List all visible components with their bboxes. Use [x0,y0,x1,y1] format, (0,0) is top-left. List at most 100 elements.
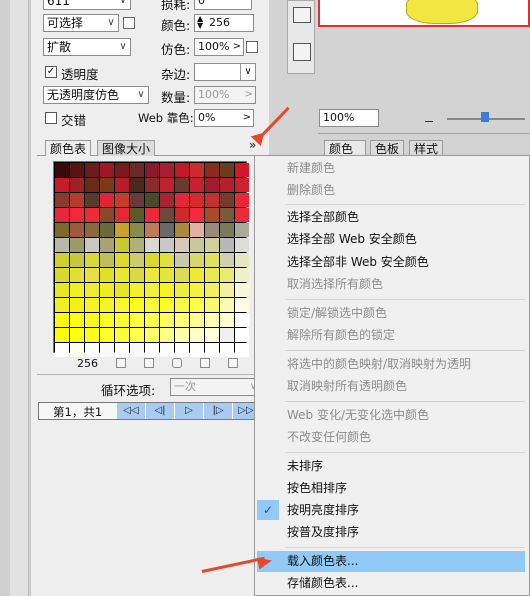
zoom-slider-thumb[interactable] [481,112,489,122]
color-swatch[interactable] [85,238,99,252]
color-swatch[interactable] [70,208,84,222]
color-swatch[interactable] [55,313,69,327]
color-swatch[interactable] [130,163,144,177]
color-swatch[interactable] [175,268,189,282]
color-swatch[interactable] [175,208,189,222]
color-swatch[interactable] [145,163,159,177]
play-button[interactable]: ▷ [175,403,204,419]
color-swatch[interactable] [160,268,174,282]
color-swatch[interactable] [205,283,219,297]
color-swatch[interactable] [205,253,219,267]
color-swatch[interactable] [175,298,189,312]
color-swatch[interactable] [55,193,69,207]
color-swatch[interactable] [205,238,219,252]
tab-swatches[interactable]: 色板 [370,140,404,156]
color-swatch[interactable] [85,253,99,267]
color-swatch[interactable] [115,193,129,207]
color-swatch[interactable] [130,298,144,312]
color-swatch[interactable] [100,328,114,342]
color-swatch[interactable] [160,283,174,297]
color-swatch[interactable] [175,193,189,207]
color-swatch[interactable] [100,343,114,357]
lossy-field[interactable]: 0 [194,0,252,10]
color-swatch[interactable] [100,163,114,177]
menu-item[interactable]: 按明亮度排序 [287,500,359,520]
color-swatch[interactable] [100,283,114,297]
color-swatch[interactable] [190,253,204,267]
web-snap-field[interactable]: 0% > [194,109,254,127]
color-swatch[interactable] [145,178,159,192]
color-swatch[interactable] [175,253,189,267]
color-swatch[interactable] [85,178,99,192]
color-swatch[interactable] [220,343,234,357]
dither-option-icon[interactable] [246,41,258,53]
color-swatch[interactable] [115,238,129,252]
map-transparent-icon[interactable] [116,358,126,368]
color-swatch[interactable] [205,313,219,327]
color-swatch[interactable] [190,298,204,312]
color-swatch[interactable] [85,343,99,357]
matte-select[interactable]: ∨ [194,63,256,81]
color-swatch[interactable] [70,298,84,312]
color-swatch[interactable] [145,343,159,357]
trash-icon[interactable] [228,358,238,368]
color-swatch[interactable] [160,328,174,342]
first-frame-button[interactable]: ◁◁ [117,403,146,419]
color-swatch[interactable] [145,223,159,237]
color-swatch[interactable] [85,283,99,297]
color-swatch[interactable] [85,268,99,282]
color-swatch[interactable] [235,193,249,207]
color-swatch[interactable] [115,208,129,222]
color-swatch[interactable] [205,298,219,312]
color-swatch[interactable] [55,268,69,282]
color-swatch[interactable] [145,283,159,297]
color-swatch[interactable] [115,298,129,312]
color-swatch[interactable] [70,238,84,252]
color-swatch[interactable] [160,223,174,237]
color-swatch[interactable] [160,178,174,192]
color-swatch[interactable] [190,193,204,207]
color-swatch[interactable] [55,223,69,237]
color-swatch[interactable] [55,238,69,252]
color-swatch[interactable] [205,328,219,342]
color-swatch[interactable] [130,238,144,252]
color-reduction-select[interactable]: 可选择 ∨ [43,14,119,32]
color-swatch[interactable] [115,223,129,237]
color-swatch[interactable] [85,163,99,177]
color-swatch[interactable] [235,163,249,177]
color-swatch[interactable] [145,313,159,327]
color-swatch[interactable] [70,328,84,342]
color-swatch[interactable] [115,253,129,267]
color-swatch[interactable] [130,313,144,327]
color-swatch[interactable] [145,328,159,342]
color-swatch[interactable] [220,283,234,297]
color-swatch[interactable] [130,253,144,267]
tab-styles[interactable]: 样式 [409,140,443,156]
color-swatch[interactable] [130,328,144,342]
color-swatch[interactable] [220,193,234,207]
color-swatch[interactable] [100,193,114,207]
color-swatch[interactable] [145,268,159,282]
color-swatch[interactable] [70,193,84,207]
color-swatch[interactable] [190,163,204,177]
dither-select[interactable]: 扩散 ∨ [43,38,131,56]
color-swatch[interactable] [235,343,249,357]
color-swatch[interactable] [160,208,174,222]
color-swatch[interactable] [55,163,69,177]
color-swatch[interactable] [70,253,84,267]
color-swatch[interactable] [55,208,69,222]
color-swatch[interactable] [70,283,84,297]
color-swatch[interactable] [175,163,189,177]
stepper-icon[interactable]: ▲ ▼ [197,15,203,30]
color-swatch[interactable] [85,208,99,222]
reduction-option-icon[interactable] [123,17,135,29]
tab-color[interactable]: 颜色 × [324,140,366,172]
color-swatch[interactable] [70,163,84,177]
color-swatch[interactable] [100,313,114,327]
color-swatch[interactable] [100,253,114,267]
color-swatch[interactable] [130,208,144,222]
color-swatch[interactable] [205,268,219,282]
loop-select[interactable]: 一次∨ [170,378,260,396]
zoom-field[interactable]: 100% [319,109,379,127]
color-swatch[interactable] [190,328,204,342]
